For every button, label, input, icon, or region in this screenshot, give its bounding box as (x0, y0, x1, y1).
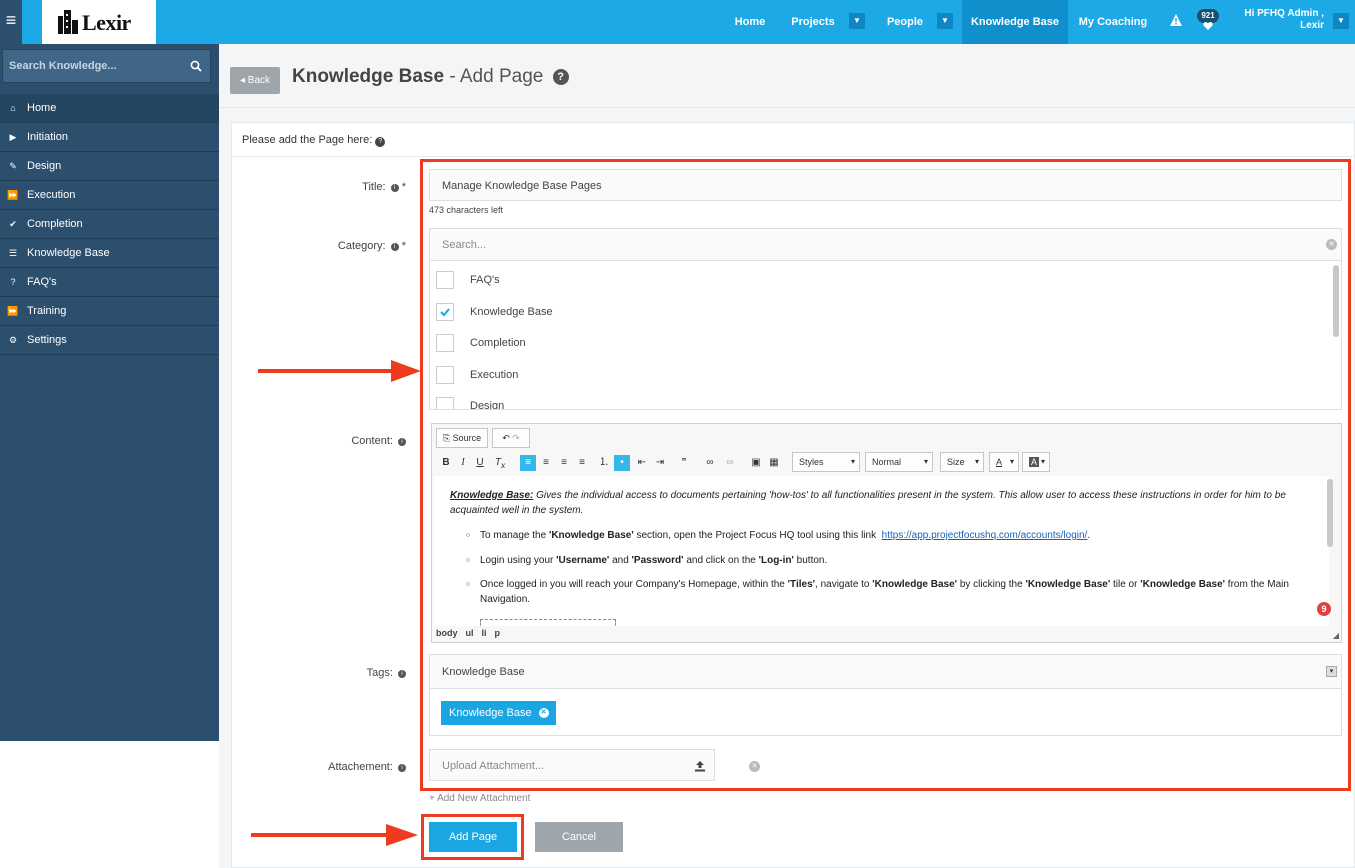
sidebar-item-label: Initiation (27, 131, 68, 143)
nav-knowledge-base[interactable]: Knowledge Base (962, 0, 1068, 44)
sidebar-item-faqs[interactable]: ? FAQ's (0, 268, 219, 297)
building-icon (58, 10, 78, 34)
search-input[interactable]: Search Knowledge... (9, 60, 117, 72)
content-label-text: Content: (351, 435, 393, 447)
info-icon[interactable]: i (390, 184, 399, 192)
home-icon: ⌂ (10, 103, 16, 113)
info-icon[interactable]: i (398, 670, 406, 678)
tags-label-text: Tags: (366, 667, 393, 679)
sidebar-item-label: Execution (27, 189, 76, 201)
fast-forward-icon: ⏩ (7, 306, 19, 316)
divider (231, 156, 1355, 157)
heart-icon (1203, 22, 1213, 30)
sidebar-item-execution[interactable]: ⏩ Execution (0, 181, 219, 210)
top-navbar: ≡ Lexir Home Projects ▼ People ▼ Knowled… (0, 0, 1355, 44)
back-button[interactable]: ◂ Back (230, 67, 280, 94)
user-dropdown-icon[interactable]: ▼ (1333, 13, 1349, 29)
check-circle-icon: ✔ (9, 219, 17, 229)
user-greeting: Hi PFHQ Admin , (1244, 8, 1324, 19)
category-label: Category: i * (337, 240, 406, 252)
help-icon[interactable]: ? (552, 69, 569, 85)
search-icon[interactable] (190, 60, 202, 72)
sidebar-item-home[interactable]: ⌂ Home (0, 94, 219, 123)
sidebar-item-label: FAQ's (27, 276, 57, 288)
user-menu[interactable]: Hi PFHQ Admin , Lexir (1244, 8, 1324, 32)
sidebar-item-training[interactable]: ⏩ Training (0, 297, 219, 326)
info-icon[interactable]: i (398, 438, 406, 446)
gears-icon: ⚙ (8, 335, 18, 345)
sidebar-item-label: Design (27, 160, 62, 172)
nav-projects[interactable]: Projects (786, 0, 840, 44)
sidebar-search[interactable]: Search Knowledge... (2, 49, 211, 83)
sidebar-item-label: Knowledge Base (27, 247, 110, 259)
back-label: Back (247, 75, 271, 86)
add-attachment-label: Add New Attachment (437, 793, 531, 804)
page-title-main: Knowledge Base (292, 66, 445, 87)
plus-icon: + (429, 793, 435, 804)
annotation-arrow-icon (258, 360, 421, 382)
annotation-highlight-box (421, 814, 524, 860)
info-icon[interactable]: i (398, 764, 406, 772)
form-intro-text: Please add the Page here: (242, 134, 373, 146)
nav-home[interactable]: Home (726, 0, 774, 44)
category-label-text: Category: (337, 240, 386, 252)
logo-text: Lexir (82, 10, 131, 35)
sidebar-item-label: Home (27, 102, 57, 114)
projects-dropdown-icon[interactable]: ▼ (849, 13, 865, 29)
cancel-button[interactable]: Cancel (535, 822, 623, 852)
sidebar-item-knowledge-base[interactable]: ☰ Knowledge Base (0, 239, 219, 268)
sidebar-item-initiation[interactable]: ▶ Initiation (0, 123, 219, 152)
notification-badge[interactable]: 921 (1197, 9, 1219, 23)
question-icon: ? (10, 277, 16, 287)
page-title-sub: - Add Page (449, 66, 544, 87)
fast-forward-icon: ⏩ (7, 190, 19, 200)
annotation-highlight-box (420, 159, 1351, 791)
sidebar-item-label: Completion (27, 218, 83, 230)
tags-label: Tags: i (236, 667, 406, 679)
attachment-label: Attachement: i (236, 761, 406, 773)
title-label-text: Title: (362, 181, 386, 193)
hamburger-icon[interactable]: ≡ (0, 0, 22, 44)
sidebar-item-settings[interactable]: ⚙ Settings (0, 326, 219, 355)
play-icon: ▶ (9, 132, 17, 142)
sidebar-item-design[interactable]: ✎ Design (0, 152, 219, 181)
info-icon[interactable]: i (390, 243, 399, 251)
add-attachment-link[interactable]: + Add New Attachment (429, 793, 530, 804)
nav-people[interactable]: People (880, 0, 930, 44)
content-label: Content: i (236, 435, 406, 447)
nav-my-coaching[interactable]: My Coaching (1074, 0, 1152, 44)
sidebar-item-completion[interactable]: ✔ Completion (0, 210, 219, 239)
sliders-icon: ☰ (8, 248, 18, 258)
annotation-arrow-icon (251, 824, 418, 846)
people-dropdown-icon[interactable]: ▼ (937, 13, 953, 29)
sidebar-item-label: Training (27, 305, 67, 317)
brush-icon: ✎ (9, 161, 17, 171)
title-label: Title: i * (362, 181, 406, 193)
user-company: Lexir (1300, 20, 1324, 31)
sidebar: Search Knowledge... ⌂ Home ▶ Initiation ✎ D… (0, 44, 219, 741)
help-icon[interactable]: ? (375, 137, 386, 147)
attachment-label-text: Attachement: (328, 761, 393, 773)
warning-icon[interactable] (1169, 13, 1183, 27)
logo[interactable]: Lexir (42, 0, 156, 44)
page-title: Knowledge Base - Add Page ? (292, 66, 569, 88)
sidebar-item-label: Settings (27, 334, 67, 346)
form-intro: Please add the Page here:? (242, 134, 386, 147)
